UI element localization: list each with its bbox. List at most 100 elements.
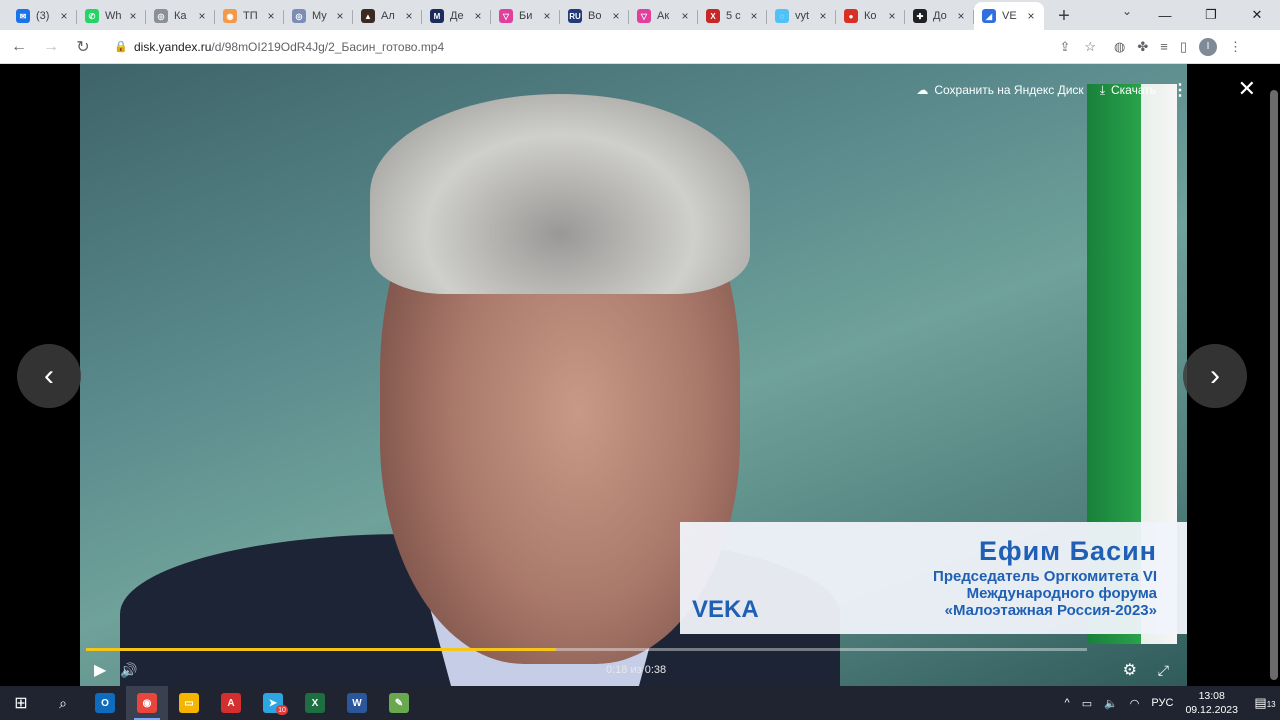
- maximize-button[interactable]: ❐: [1188, 0, 1234, 30]
- forward-button[interactable]: →: [38, 34, 64, 60]
- tab-list: ✉ (3) × ✆ Wh × ◎ Ка × ◉ ТП × ◎ Му × ▲ Ал × M Де × ▽ Би × RU Во × ▽ А…: [8, 2, 1044, 30]
- taskbar-app-notepad[interactable]: ✎: [378, 686, 420, 720]
- browser-tab[interactable]: ▽ Би ×: [491, 2, 560, 30]
- share-icon[interactable]: ⇪: [1059, 39, 1070, 55]
- address-bar[interactable]: 🔒 disk.yandex.ru/d/98mOI219OdR4Jg/2_Баси…: [106, 34, 1106, 60]
- volume-icon[interactable]: 🔊: [120, 662, 137, 679]
- browser-tab[interactable]: ▽ Ак ×: [629, 2, 698, 30]
- browser-tab[interactable]: ▲ Ал ×: [353, 2, 422, 30]
- bookmark-star-icon[interactable]: ☆: [1084, 39, 1096, 55]
- tab-title: vyt: [795, 10, 810, 22]
- taskbar-app-outlook[interactable]: O: [84, 686, 126, 720]
- tab-title: (3): [36, 10, 50, 22]
- tab-close-icon[interactable]: ×: [540, 9, 554, 23]
- tab-close-icon[interactable]: ×: [195, 9, 209, 23]
- reading-list-icon[interactable]: ≡: [1160, 39, 1168, 54]
- tab-close-icon[interactable]: ×: [126, 9, 140, 23]
- video-progress-bar[interactable]: [86, 648, 1087, 651]
- close-viewer-button[interactable]: ✕: [1238, 76, 1256, 102]
- download-button[interactable]: ⤓ Скачать: [1100, 83, 1156, 98]
- back-button[interactable]: ←: [6, 34, 32, 60]
- lock-icon[interactable]: 🔒: [114, 40, 128, 54]
- outlook-icon: O: [95, 693, 115, 713]
- tab-search-icon[interactable]: ⌄: [1122, 4, 1132, 18]
- browser-tab[interactable]: ◉ ТП ×: [215, 2, 284, 30]
- previous-file-button[interactable]: ‹: [17, 344, 81, 408]
- tab-close-icon[interactable]: ×: [402, 9, 416, 23]
- new-tab-button[interactable]: +: [1050, 2, 1078, 30]
- tab-close-icon[interactable]: ×: [747, 9, 761, 23]
- browser-tab[interactable]: M Де ×: [422, 2, 491, 30]
- browser-tab[interactable]: ◎ Му ×: [284, 2, 353, 30]
- tab-close-icon[interactable]: ×: [678, 9, 692, 23]
- tab-favicon-icon: X: [706, 9, 720, 23]
- browser-tab[interactable]: X 5 с ×: [698, 2, 767, 30]
- taskbar-app-telegram[interactable]: ➤ 10: [252, 686, 294, 720]
- video-frame[interactable]: Ефим Басин Председатель Оргкомитета VI М…: [80, 64, 1187, 686]
- clock-date: 09.12.2023: [1185, 704, 1238, 716]
- speaker-tray-icon[interactable]: 🔈: [1104, 697, 1118, 710]
- profile-avatar[interactable]: I: [1199, 37, 1217, 56]
- speaker-hair: [370, 94, 750, 294]
- tab-close-icon[interactable]: ×: [471, 9, 485, 23]
- tab-title: До: [933, 10, 947, 22]
- taskbar-app-explorer[interactable]: ▭: [168, 686, 210, 720]
- tab-favicon-icon: M: [430, 9, 444, 23]
- page-scrollbar[interactable]: [1268, 64, 1280, 686]
- unread-badge: 10: [276, 705, 288, 715]
- taskbar-app-word[interactable]: W: [336, 686, 378, 720]
- settings-gear-icon[interactable]: ⚙: [1123, 660, 1137, 680]
- word-icon: W: [347, 693, 367, 713]
- tab-close-icon[interactable]: ×: [954, 9, 968, 23]
- close-window-button[interactable]: ✕: [1234, 0, 1280, 30]
- acrobat-icon: A: [221, 693, 241, 713]
- puzzle-extension-icon[interactable]: ✤: [1137, 39, 1148, 55]
- clock[interactable]: 13:08 09.12.2023: [1185, 689, 1238, 717]
- lower-third-caption: Ефим Басин Председатель Оргкомитета VI М…: [680, 522, 1187, 634]
- tab-close-icon[interactable]: ×: [609, 9, 623, 23]
- tab-close-icon[interactable]: ×: [333, 9, 347, 23]
- search-icon[interactable]: ⌕: [42, 686, 84, 720]
- tab-title: Ка: [174, 10, 187, 22]
- reload-button[interactable]: ↻: [70, 34, 96, 60]
- battery-icon[interactable]: ▭: [1082, 697, 1092, 710]
- browser-tab[interactable]: ◌ vyt ×: [767, 2, 836, 30]
- browser-tab[interactable]: ◢ VE ×: [974, 2, 1044, 30]
- browser-tab[interactable]: ✉ (3) ×: [8, 2, 77, 30]
- notification-icon: ▤: [1254, 695, 1267, 710]
- play-icon[interactable]: ▶: [94, 660, 106, 680]
- globe-extension-icon[interactable]: ◍: [1114, 39, 1125, 55]
- video-progress-fill: [86, 648, 557, 651]
- browser-tab[interactable]: RU Во ×: [560, 2, 629, 30]
- browser-tab[interactable]: ◎ Ка ×: [146, 2, 215, 30]
- side-panel-icon[interactable]: ▯: [1180, 39, 1187, 55]
- tab-close-icon[interactable]: ×: [1024, 9, 1038, 23]
- extensions-area: ◍ ✤ ≡ ▯ I ⋮: [1114, 37, 1242, 56]
- taskbar-app-excel[interactable]: X: [294, 686, 336, 720]
- more-options-icon[interactable]: ⋮: [1172, 80, 1188, 100]
- tab-close-icon[interactable]: ×: [885, 9, 899, 23]
- video-viewer: Ефим Басин Председатель Оргкомитета VI М…: [0, 64, 1280, 686]
- tray-overflow-icon[interactable]: ^: [1065, 697, 1070, 709]
- menu-dots-icon[interactable]: ⋮: [1229, 39, 1242, 55]
- save-to-disk-button[interactable]: ☁ Сохранить на Яндекс Диск: [916, 83, 1083, 97]
- scrollbar-thumb[interactable]: [1270, 90, 1278, 680]
- browser-tab[interactable]: ✆ Wh ×: [77, 2, 146, 30]
- browser-tab[interactable]: ● Ко ×: [836, 2, 905, 30]
- network-icon[interactable]: ◠: [1130, 697, 1140, 710]
- tab-close-icon[interactable]: ×: [264, 9, 278, 23]
- tab-close-icon[interactable]: ×: [57, 9, 71, 23]
- tab-title: Ак: [657, 10, 670, 22]
- taskbar-app-chrome[interactable]: ◉: [126, 686, 168, 720]
- browser-tab[interactable]: ✚ До ×: [905, 2, 974, 30]
- clock-time: 13:08: [1198, 690, 1225, 702]
- minimize-button[interactable]: —: [1142, 0, 1188, 30]
- taskbar-app-acrobat[interactable]: A: [210, 686, 252, 720]
- tab-close-icon[interactable]: ×: [816, 9, 830, 23]
- next-file-button[interactable]: ›: [1183, 344, 1247, 408]
- notification-center-button[interactable]: ▤13: [1250, 695, 1280, 711]
- tab-favicon-icon: ▽: [499, 9, 513, 23]
- start-button[interactable]: ⊞: [0, 686, 42, 720]
- language-indicator[interactable]: РУС: [1151, 697, 1173, 709]
- fullscreen-icon[interactable]: ⤢: [1158, 662, 1169, 679]
